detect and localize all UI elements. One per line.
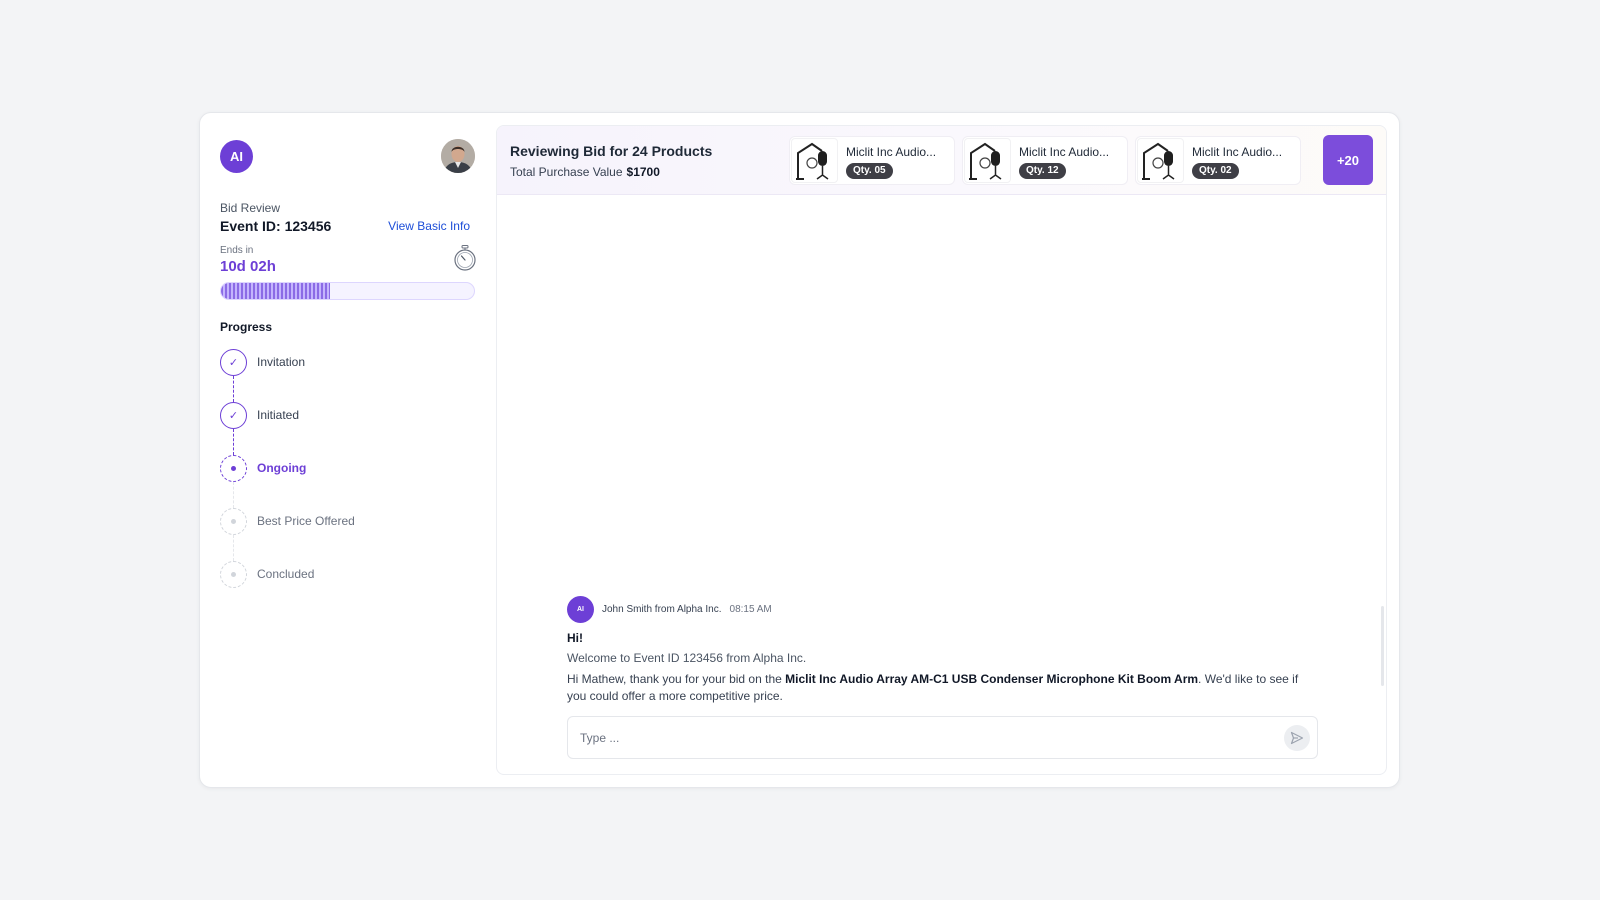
message-body-start: Hi Mathew, thank you for your bid on the	[567, 672, 786, 686]
product-card[interactable]: Miclit Inc Audio... Qty. 12	[962, 136, 1128, 185]
ends-in-label: Ends in	[220, 245, 254, 256]
step-connector	[233, 429, 234, 455]
purchase-value: Total Purchase Value $1700	[510, 165, 660, 179]
message-welcome: Welcome to Event ID 123456 from Alpha In…	[567, 651, 807, 665]
sender-avatar: AI	[567, 596, 594, 623]
microphone-icon	[1137, 138, 1184, 183]
bid-summary-title: Reviewing Bid for 24 Products	[510, 143, 713, 159]
message-input[interactable]	[580, 717, 1260, 758]
microphone-icon	[964, 138, 1011, 183]
step-label: Invitation	[257, 355, 306, 369]
step-label: Initiated	[257, 408, 300, 422]
step-connector	[233, 535, 234, 561]
progress-heading: Progress	[220, 320, 273, 334]
user-avatar[interactable]	[441, 139, 475, 173]
ends-in-value: 10d 02h	[220, 258, 276, 275]
bid-review-card: AI Bid Review Event ID: 123456 View Basi…	[199, 112, 1400, 788]
step-label: Best Price Offered	[257, 514, 355, 528]
qty-badge: Qty. 02	[1192, 163, 1239, 179]
step-current-dot-icon	[220, 455, 247, 482]
bid-summary-header: Reviewing Bid for 24 Products Total Purc…	[497, 126, 1386, 195]
step-pending-dot-icon	[220, 508, 247, 535]
message-product-name: Miclit Inc Audio Array AM-C1 USB Condens…	[785, 672, 1199, 686]
product-card[interactable]: Miclit Inc Audio... Qty. 05	[789, 136, 955, 185]
purchase-value-amount: $1700	[626, 165, 660, 179]
qty-badge: Qty. 05	[846, 163, 893, 179]
send-icon	[1290, 731, 1304, 745]
sidebar: AI Bid Review Event ID: 123456 View Basi…	[200, 113, 490, 787]
step-check-icon: ✓	[220, 349, 247, 376]
product-name: Miclit Inc Audio...	[1019, 145, 1110, 159]
message-header: AI John Smith from Alpha Inc. 08:15 AM	[567, 596, 1307, 623]
step-invitation: ✓ Invitation	[220, 349, 355, 402]
progress-steps: ✓ Invitation ✓ Initiated Ongoing Best Pr…	[220, 349, 355, 614]
message-time: 08:15 AM	[729, 604, 772, 615]
step-ongoing: Ongoing	[220, 455, 355, 508]
purchase-value-label: Total Purchase Value	[510, 165, 623, 179]
message-composer	[567, 716, 1318, 759]
step-label: Ongoing	[257, 461, 307, 475]
step-check-icon: ✓	[220, 402, 247, 429]
product-name: Miclit Inc Audio...	[1192, 145, 1283, 159]
send-button[interactable]	[1284, 725, 1310, 751]
message-greeting: Hi!	[567, 631, 583, 645]
page-subtitle: Bid Review	[220, 201, 281, 215]
more-products-button[interactable]: +20	[1323, 135, 1373, 185]
time-progress-fill	[221, 283, 330, 299]
user-avatar-photo-icon	[441, 139, 475, 173]
step-initiated: ✓ Initiated	[220, 402, 355, 455]
step-connector	[233, 482, 234, 508]
message-body: Hi Mathew, thank you for your bid on the…	[567, 671, 1307, 705]
stopwatch-icon	[453, 245, 477, 271]
product-name: Miclit Inc Audio...	[846, 145, 937, 159]
sender-name: John Smith from Alpha Inc.	[602, 604, 722, 615]
time-progress-bar	[220, 282, 475, 300]
scrollbar[interactable]	[1381, 606, 1384, 686]
qty-badge: Qty. 12	[1019, 163, 1066, 179]
step-label: Concluded	[257, 567, 315, 581]
step-pending-dot-icon	[220, 561, 247, 588]
event-id: Event ID: 123456	[220, 218, 332, 234]
microphone-icon	[791, 138, 838, 183]
product-card[interactable]: Miclit Inc Audio... Qty. 02	[1135, 136, 1301, 185]
step-connector	[233, 376, 234, 402]
view-basic-info-link[interactable]: View Basic Info	[388, 219, 470, 233]
step-best-price-offered: Best Price Offered	[220, 508, 355, 561]
chat-message: AI John Smith from Alpha Inc. 08:15 AM H…	[567, 596, 1307, 705]
conversation-panel: Reviewing Bid for 24 Products Total Purc…	[496, 125, 1387, 775]
step-concluded: Concluded	[220, 561, 355, 614]
app-logo: AI	[220, 140, 253, 173]
